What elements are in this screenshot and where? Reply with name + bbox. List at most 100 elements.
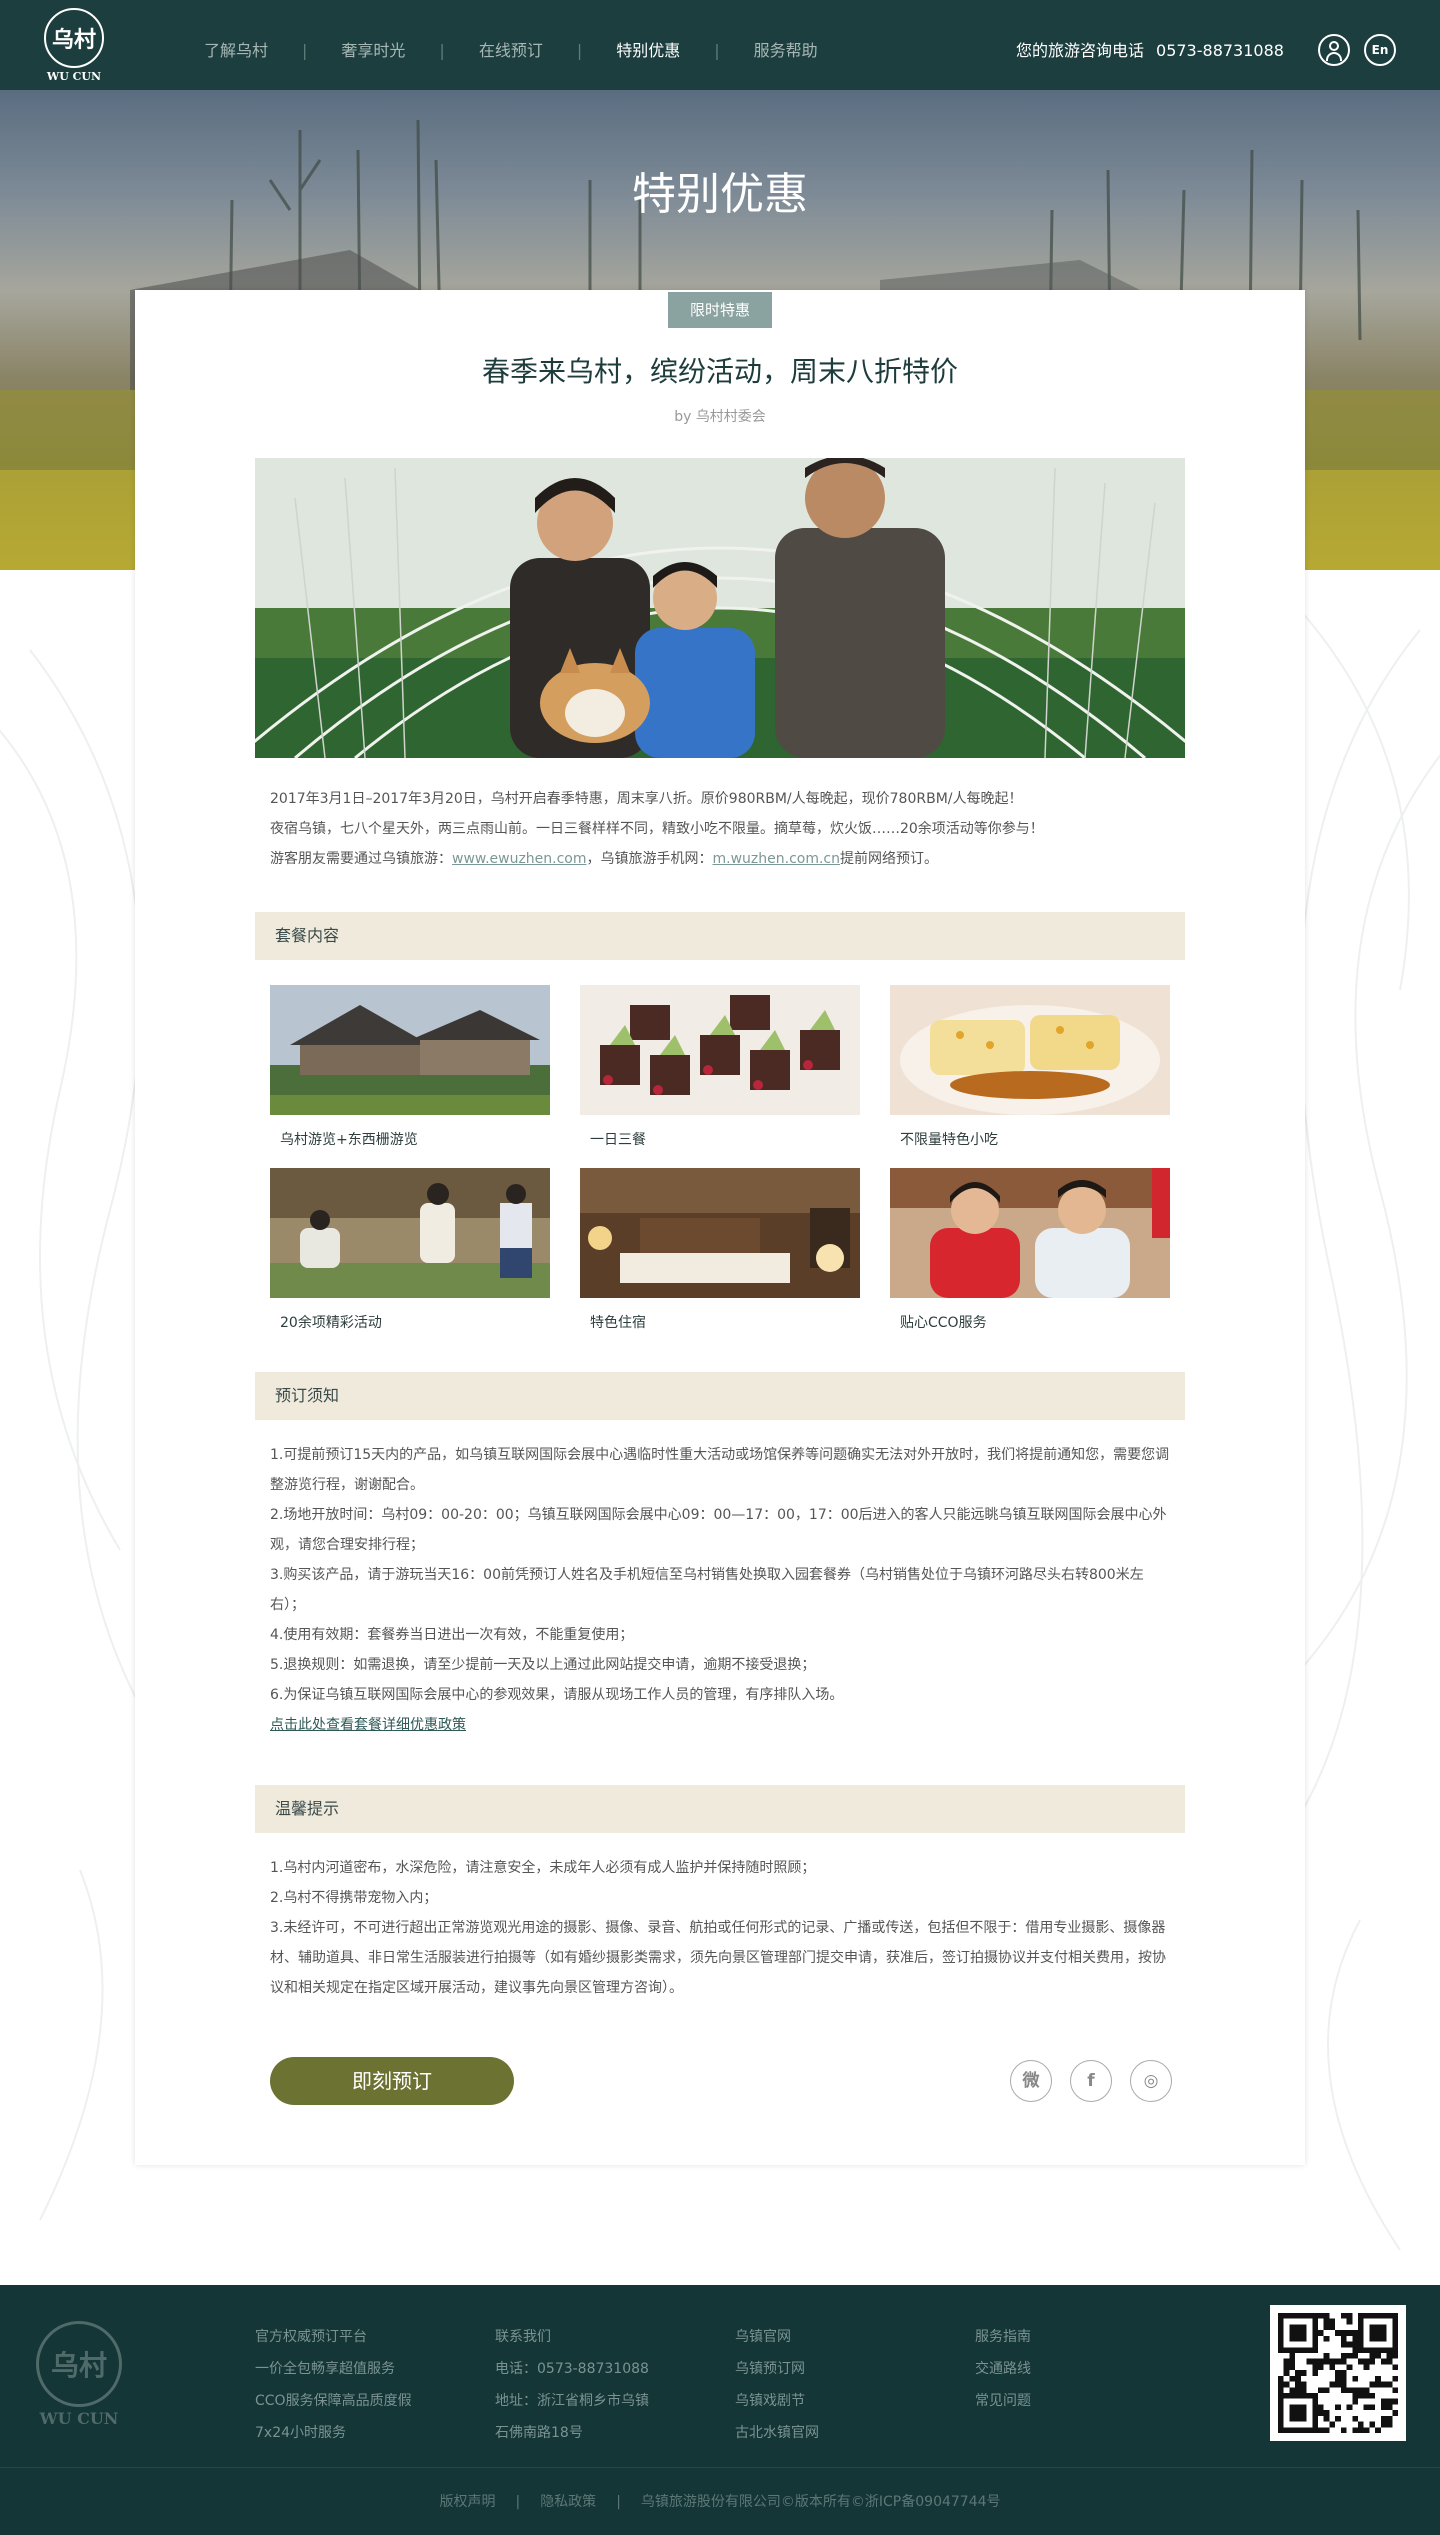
tip-item: 3.未经许可，不可进行超出正常游览观光用途的摄影、摄像、录音、航拍或任何形式的记…: [270, 1920, 1166, 1936]
book-now-button[interactable]: 即刻预订: [270, 2057, 514, 2105]
qr-code: [1270, 2305, 1406, 2441]
facebook-icon[interactable]: f: [1070, 2060, 1112, 2102]
byline: by 乌村村委会: [135, 406, 1305, 426]
byline-author: 乌村村委会: [695, 409, 766, 425]
language-switch-button[interactable]: En: [1364, 34, 1396, 66]
footer-link-wuzhen[interactable]: 乌镇官网: [735, 2321, 819, 2353]
package-item-label: 20余项精彩活动: [280, 1315, 382, 1331]
nav-separator: |: [439, 41, 445, 60]
offer-title: 春季来乌村，缤纷活动，周末八折特价: [481, 355, 958, 388]
policy-details-link[interactable]: 点击此处查看套餐详细优惠政策: [270, 1717, 466, 1733]
contact-phone: 电话：0573-88731088: [495, 2361, 649, 2377]
hotline: 您的旅游咨询电话 0573-88731088: [1016, 37, 1284, 61]
tips-heading: 温馨提示: [255, 1785, 1185, 1833]
package-item-label: 一日三餐: [590, 1132, 646, 1148]
footer-feature: CCO服务保障高品质度假: [255, 2393, 412, 2409]
booking-note: 右）；: [270, 1597, 305, 1613]
footer-logo: 乌村 WU CUN: [36, 2321, 122, 2428]
activities-photo: [270, 1168, 550, 1298]
nav-separator: |: [576, 41, 583, 60]
footer-help: 服务指南 交通路线 常见问题: [975, 2321, 1031, 2417]
contact-address: 地址：浙江省桐乡市乌镇: [495, 2393, 649, 2409]
package-item: 特色住宿: [580, 1168, 860, 1332]
footer-sites: 乌镇官网 乌镇预订网 乌镇戏剧节 古北水镇官网: [735, 2321, 819, 2449]
nav-item-help[interactable]: 服务帮助: [754, 41, 818, 60]
footer-features: 官方权威预订平台 一价全包畅享超值服务 CCO服务保障高品质度假 7x24小时服…: [255, 2321, 412, 2449]
footer-logo-text: 乌村: [50, 2349, 107, 2382]
logo-subtext: WU CUN: [46, 70, 102, 83]
nav-item-offers[interactable]: 特别优惠: [616, 41, 680, 60]
booking-note: 6.为保证乌镇互联网国际会展中心的参观效果，请服从现场工作人员的管理，有序排队入…: [270, 1687, 844, 1703]
footer-feature: 官方权威预订平台: [255, 2329, 367, 2345]
booking-note: 1.可提前预订15天内的产品，如乌镇互联网国际会展中心遇临时性重大活动或场馆保养…: [270, 1447, 1170, 1463]
booking-note: 2.场地开放时间：乌村09：00-20：00；乌镇互联网国际会展中心09：00—…: [270, 1507, 1167, 1523]
tips-list: 1.乌村内河道密布，水深危险，请注意安全，未成年人必须有成人监护并保持随时照顾；…: [270, 1853, 1170, 2003]
footer-link-faq[interactable]: 常见问题: [975, 2385, 1031, 2417]
family-photo: [255, 458, 1185, 758]
package-item-label: 乌村游览+东西栅游览: [280, 1132, 418, 1148]
package-item: 贴心CCO服务: [890, 1168, 1170, 1332]
village-tour-photo: [270, 985, 550, 1115]
booking-note: 4.使用有效期：套餐券当日进出一次有效，不能重复使用；: [270, 1627, 634, 1643]
package-item: 20余项精彩活动: [270, 1168, 550, 1332]
package-item-label: 不限量特色小吃: [900, 1132, 998, 1148]
meals-photo: [580, 985, 860, 1115]
nav-item-booking[interactable]: 在线预订: [479, 41, 543, 60]
main-nav: 了解乌村 | 奢享时光 | 在线预订 | 特别优惠 | 服务帮助: [204, 37, 818, 61]
contact-address: 石佛南路18号: [495, 2425, 583, 2441]
hero-title: 特别优惠: [632, 169, 808, 220]
footer-contact: 联系我们 电话：0573-88731088 地址：浙江省桐乡市乌镇 石佛南路18…: [495, 2321, 649, 2449]
cco-service-photo: [890, 1168, 1170, 1298]
package-item: 一日三餐: [580, 985, 860, 1149]
footer-feature: 7x24小时服务: [255, 2425, 347, 2441]
site-logo[interactable]: 乌村 WU CUN: [44, 8, 104, 83]
footer-link-booking[interactable]: 乌镇预订网: [735, 2353, 819, 2385]
footer-logo-subtext: WU CUN: [39, 2409, 119, 2428]
ewuzhen-link[interactable]: www.ewuzhen.com: [452, 851, 587, 867]
weibo-icon[interactable]: 微: [1010, 2060, 1052, 2102]
footer-link-transport[interactable]: 交通路线: [975, 2353, 1031, 2385]
lodging-photo: [580, 1168, 860, 1298]
footer-link-guide[interactable]: 服务指南: [975, 2321, 1031, 2353]
nav-separator: |: [714, 41, 720, 60]
intro-line: 夜宿乌镇，七八个星天外，两三点雨山前。一日三餐样样不同，精致小吃不限量。摘草莓，…: [270, 821, 1044, 837]
intro-prefix: 游客朋友需要通过乌镇旅游：: [270, 851, 452, 867]
booking-note: 整游览行程，谢谢配合。: [270, 1477, 424, 1493]
nav-item-leisure[interactable]: 奢享时光: [341, 41, 405, 60]
booking-note: 5.退换规则：如需退换，请至少提前一天及以上通过此网站提交申请，逾期不接受退换；: [270, 1657, 816, 1673]
intro-line: 游客朋友需要通过乌镇旅游：www.ewuzhen.com，乌镇旅游手机网：m.w…: [270, 844, 1170, 874]
hotline-number: 0573-88731088: [1156, 41, 1284, 60]
user-icon[interactable]: [1318, 34, 1350, 66]
mobile-site-link[interactable]: m.wuzhen.com.cn: [713, 851, 841, 867]
footer-feature: 一价全包畅享超值服务: [255, 2361, 395, 2377]
booking-notes: 1.可提前预订15天内的产品，如乌镇互联网国际会展中心遇临时性重大活动或场馆保养…: [270, 1440, 1170, 1740]
wechat-icon[interactable]: ◎: [1130, 2060, 1172, 2102]
limited-offer-badge: 限时特惠: [668, 292, 772, 328]
footer-link-gubei[interactable]: 古北水镇官网: [735, 2417, 819, 2449]
copyright-bar: 版权声明 | 隐私政策 | 乌镇旅游股份有限公司©版本所有©浙ICP备09047744号: [0, 2491, 1440, 2511]
package-section-heading: 套餐内容: [255, 912, 1185, 960]
booking-note: 观，请您合理安排行程；: [270, 1537, 424, 1553]
copyright-separator: |: [616, 2494, 621, 2510]
footer-divider: [0, 2467, 1440, 2468]
booking-note: 3.购买该产品，请于游玩当天16：00前凭预订人姓名及手机短信至乌村销售处换取入…: [270, 1567, 1144, 1583]
package-item-label: 贴心CCO服务: [900, 1315, 987, 1331]
privacy-link[interactable]: 隐私政策: [540, 2494, 596, 2510]
tip-item: 材、辅助道具、非日常生活服装进行拍摄等（如有婚纱摄影类需求，须先向景区管理部门提…: [270, 1950, 1166, 1966]
nav-separator: |: [302, 41, 308, 60]
logo-text: 乌村: [51, 27, 96, 53]
package-item: 不限量特色小吃: [890, 985, 1170, 1149]
site-footer: 乌村 WU CUN 官方权威预订平台 一价全包畅享超值服务 CCO服务保障高品质…: [0, 2285, 1440, 2535]
package-item-label: 特色住宿: [590, 1315, 646, 1331]
copyright-link[interactable]: 版权声明: [439, 2494, 495, 2510]
hotline-label: 您的旅游咨询电话: [1016, 41, 1145, 60]
byline-prefix: by: [674, 409, 692, 425]
contact-heading: 联系我们: [495, 2329, 551, 2345]
intro-suffix: 提前网络预订。: [840, 851, 939, 867]
tip-item: 2.乌村不得携带宠物入内；: [270, 1890, 438, 1906]
logo-seal: 乌村: [44, 8, 104, 68]
footer-logo-seal: 乌村: [36, 2321, 122, 2407]
nav-item-about[interactable]: 了解乌村: [204, 41, 268, 60]
tip-item: 1.乌村内河道密布，水深危险，请注意安全，未成年人必须有成人监护并保持随时照顾；: [270, 1860, 816, 1876]
footer-link-theatre[interactable]: 乌镇戏剧节: [735, 2385, 819, 2417]
